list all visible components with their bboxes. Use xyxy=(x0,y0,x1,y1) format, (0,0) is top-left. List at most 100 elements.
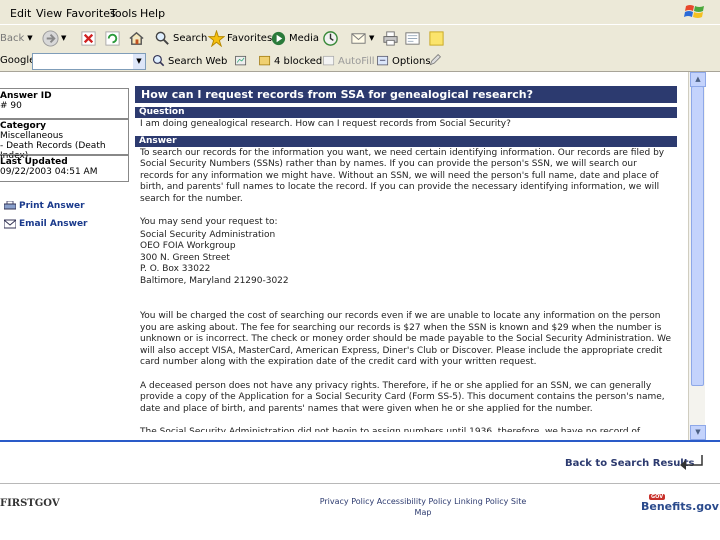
options-icon xyxy=(377,55,389,66)
favorites-button[interactable]: Favorites xyxy=(208,29,272,47)
answer-id-box: Answer ID # 90 xyxy=(0,88,129,120)
footer-policy-links[interactable]: Privacy Policy Accessibility Policy Link… xyxy=(318,496,528,507)
menu-view[interactable]: View xyxy=(36,7,62,20)
answer-paragraph: You will be charged the cost of searchin… xyxy=(140,311,671,367)
home-button[interactable] xyxy=(128,29,147,47)
mail-button[interactable]: ▼ xyxy=(350,29,374,47)
footer-links: Privacy Policy Accessibility Policy Link… xyxy=(318,496,528,518)
page-title: How can I request records from SSA for g… xyxy=(135,86,677,103)
autofill-icon xyxy=(323,55,335,66)
forward-arrow-icon xyxy=(42,29,59,47)
google-search-input[interactable]: ▼ xyxy=(32,53,146,70)
menu-edit[interactable]: Edit xyxy=(10,7,31,20)
autofill-button[interactable]: AutoFill xyxy=(322,52,375,70)
forward-button[interactable]: ▼ xyxy=(42,29,66,47)
media-icon xyxy=(271,31,286,45)
email-icon xyxy=(4,219,16,229)
category-box: Category Miscellaneous - Death Records (… xyxy=(0,118,129,161)
refresh-icon xyxy=(105,30,120,46)
benefits-gov-text: Benefits.gov xyxy=(641,500,719,513)
chevron-down-icon[interactable]: ▼ xyxy=(133,54,145,69)
chevron-down-icon: ▼ xyxy=(369,34,375,42)
vertical-scrollbar[interactable]: ▲ ▼ xyxy=(688,72,706,440)
print-answer-label: Print Answer xyxy=(19,201,85,211)
popup-blocker-label: 4 blocked xyxy=(274,55,323,67)
back-button[interactable]: Back ▼ xyxy=(0,29,33,47)
sticky-note-icon xyxy=(429,30,444,46)
printer-icon xyxy=(383,30,398,46)
menu-favorites[interactable]: Favorites xyxy=(66,7,116,20)
answer-paragraph: You may send your request to: xyxy=(140,217,278,227)
history-button[interactable] xyxy=(322,29,341,47)
printer-icon xyxy=(4,201,16,210)
mail-icon xyxy=(351,32,366,44)
last-updated-label: Last Updated xyxy=(0,157,68,167)
question-heading: Question xyxy=(135,107,677,118)
star-icon xyxy=(208,29,225,47)
address-line: 300 N. Green Street xyxy=(140,252,230,263)
answer-heading: Answer xyxy=(135,135,677,147)
answer-paragraph: The Social Security Administration did n… xyxy=(140,427,641,432)
answer-id-label: Answer ID xyxy=(0,91,52,101)
media-button[interactable]: Media xyxy=(270,29,319,47)
pagerank-button[interactable] xyxy=(234,52,250,70)
scroll-down-icon[interactable]: ▼ xyxy=(690,425,706,440)
edit-button[interactable] xyxy=(404,29,423,47)
back-button-label: Back xyxy=(0,32,25,44)
print-button[interactable] xyxy=(382,29,401,47)
email-answer-link[interactable]: Email Answer xyxy=(4,219,88,229)
browser-toolbar: Back ▼ ▼ Search Favorites Media ▼ xyxy=(0,24,720,52)
footer-sitemap-link[interactable]: Map xyxy=(318,507,528,518)
benefits-gov-logo[interactable]: GOV Benefits.gov xyxy=(639,494,719,516)
pencil-icon[interactable] xyxy=(428,53,442,67)
answer-paragraph: To search our records for the informatio… xyxy=(140,147,665,204)
favorites-button-label: Favorites xyxy=(227,32,273,44)
firstgov-logo[interactable]: FIRSTGOV xyxy=(0,498,60,509)
category-label: Category xyxy=(0,121,47,131)
back-to-results-link[interactable]: Back to Search Results xyxy=(565,458,694,469)
stop-icon xyxy=(81,30,96,46)
search-web-label: Search Web xyxy=(168,55,228,67)
last-updated-box: Last Updated 09/22/2003 04:51 AM xyxy=(0,154,129,182)
options-button[interactable]: Options xyxy=(376,52,431,70)
search-button[interactable]: Search xyxy=(154,29,207,47)
answer-paragraph: A deceased person does not have any priv… xyxy=(140,380,665,414)
address-line: OEO FOIA Workgroup xyxy=(140,241,236,251)
stop-button[interactable] xyxy=(80,29,99,47)
mailing-address: Social Security Administration OEO FOIA … xyxy=(135,229,677,311)
category-value: Miscellaneous xyxy=(0,131,64,141)
google-toolbar: Google - ▼ Search Web 4 blocked AutoFill… xyxy=(0,51,720,72)
menu-tools[interactable]: Tools xyxy=(110,7,137,20)
menu-help[interactable]: Help xyxy=(140,7,165,20)
address-line: Baltimore, Maryland 21290-3022 xyxy=(140,275,289,286)
history-icon xyxy=(323,30,338,46)
search-icon xyxy=(155,31,169,45)
popup-blocker-button[interactable]: 4 blocked xyxy=(258,52,322,70)
return-arrow-icon[interactable] xyxy=(678,454,704,470)
email-answer-label: Email Answer xyxy=(19,219,88,229)
edit-page-icon xyxy=(405,31,420,45)
notes-button[interactable] xyxy=(428,29,447,47)
menu-bar: Edit View Favorites Tools Help xyxy=(0,0,720,24)
autofill-label: AutoFill xyxy=(338,55,375,67)
search-web-icon xyxy=(152,54,165,67)
media-button-label: Media xyxy=(289,32,320,44)
question-text: I am doing genealogical research. How ca… xyxy=(140,119,511,129)
pagerank-icon xyxy=(235,55,247,66)
search-web-button[interactable]: Search Web xyxy=(152,52,227,70)
refresh-button[interactable] xyxy=(104,29,123,47)
chevron-down-icon: ▼ xyxy=(27,34,33,42)
windows-logo-icon xyxy=(684,5,704,18)
options-label: Options xyxy=(392,55,431,67)
print-answer-link[interactable]: Print Answer xyxy=(4,201,85,211)
answer-article: How can I request records from SSA for g… xyxy=(135,86,677,438)
page-footer: Back to Search Results FIRSTGOV Privacy … xyxy=(0,442,720,540)
scrollbar-thumb[interactable] xyxy=(691,86,704,386)
answer-id-value: # 90 xyxy=(0,101,22,111)
scroll-up-icon[interactable]: ▲ xyxy=(690,72,706,87)
chevron-down-icon: ▼ xyxy=(61,34,67,42)
last-updated-value: 09/22/2003 04:51 AM xyxy=(0,167,98,177)
search-button-label: Search xyxy=(173,32,208,44)
address-line: Social Security Administration xyxy=(140,229,276,240)
footer-divider xyxy=(0,483,720,484)
